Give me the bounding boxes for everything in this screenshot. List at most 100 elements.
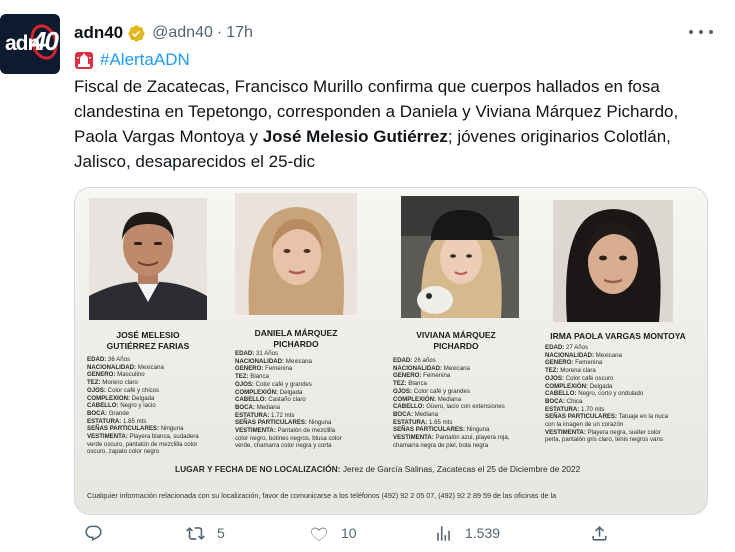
detail-value: con la imagen de un corazón bbox=[545, 421, 624, 429]
detail-row: GENERO: Femenina bbox=[235, 365, 385, 373]
header-separator: · bbox=[216, 24, 223, 41]
tweet-timestamp[interactable]: 17h bbox=[226, 24, 253, 42]
detail-row: COMPLEXIÓN: Delgada bbox=[235, 389, 385, 397]
person-details-4: EDAD: 27 Años NACIONALIDAD: Mexicana GENER… bbox=[545, 344, 703, 444]
retweet-count: 5 bbox=[217, 525, 225, 541]
detail-value: Ninguna bbox=[308, 419, 332, 427]
detail-row: CABELLO: Castaño claro bbox=[235, 396, 385, 404]
missing-persons-poster: JOSÉ MELESIO GUTIÉRREZ FARIAS DANIELA MÁ… bbox=[75, 188, 707, 514]
detail-value: Mediana bbox=[437, 395, 462, 403]
detail-value: Ninguna bbox=[160, 425, 184, 433]
person-name-1-line2: GUTIÉRREZ FARIAS bbox=[106, 341, 190, 351]
detail-value: 36 Años bbox=[108, 356, 131, 363]
person-photo-3 bbox=[401, 196, 519, 318]
detail-key: SEÑAS PARTICULARES: bbox=[87, 425, 159, 433]
detail-row: BOCA: Grande bbox=[87, 410, 227, 418]
detail-key: ESTATURA: bbox=[235, 411, 270, 419]
account-handle[interactable]: @adn40 bbox=[152, 24, 213, 42]
detail-value: Negro, corto y ondulado bbox=[578, 390, 644, 398]
detail-row: CABELLO: Güero, lacio con extensiones bbox=[393, 403, 543, 411]
detail-key: VESTIMENTA: bbox=[235, 427, 276, 435]
detail-value: Pantalón de mezclilla bbox=[277, 427, 336, 435]
person-name-2: DANIELA MÁRQUEZ PICHARDO bbox=[231, 328, 361, 350]
person-details-3: EDAD: 26 años NACIONALIDAD: Mexicana GENER… bbox=[393, 357, 543, 449]
detail-row: SEÑAS PARTICULARES: Tatuaje en la nuca bbox=[545, 413, 703, 421]
detail-key: OJOS: bbox=[393, 387, 412, 395]
detail-value: Delgada bbox=[589, 382, 613, 390]
tweet-media-image[interactable]: JOSÉ MELESIO GUTIÉRREZ FARIAS DANIELA MÁ… bbox=[74, 187, 708, 515]
detail-key: CABELLO: bbox=[87, 402, 119, 410]
detail-row: TEZ: Morena clara bbox=[545, 367, 703, 375]
detail-row: VESTIMENTA: Pantalón azul, playera roja, bbox=[393, 434, 543, 442]
detail-row: VESTIMENTA: Playera negra, suéter color bbox=[545, 429, 703, 437]
detail-value: Moreno claro bbox=[102, 379, 138, 387]
detail-row: ESTATURA: 1.70 mts bbox=[545, 406, 703, 414]
detail-value: perla, pantalón gris claro, tenis negros… bbox=[545, 436, 663, 444]
detail-value: Mexicana bbox=[595, 351, 622, 359]
hashtag-line: #AlertaADN bbox=[74, 48, 190, 72]
tweet[interactable]: adn 40 adn40 @adn40 · 17h #AlertaADN Fis… bbox=[0, 0, 735, 552]
detail-row: verde oscuro, pantalón de mezclilla colo… bbox=[87, 441, 227, 449]
detail-key: GENERO: bbox=[393, 372, 422, 380]
location-line: LUGAR Y FECHA DE NO LOCALIZACIÓN: Jerez … bbox=[175, 464, 695, 474]
detail-value: Playera blanca, sudadera bbox=[129, 433, 199, 441]
detail-key: TEZ: bbox=[87, 379, 101, 387]
detail-value: 1.72 mts bbox=[271, 411, 295, 419]
detail-value: Castaño claro bbox=[268, 396, 306, 404]
detail-key: CABELLO: bbox=[393, 403, 425, 411]
detail-row: OJOS: Color café oscuro bbox=[545, 375, 703, 383]
detail-row: NACIONALIDAD: Mexicana bbox=[545, 352, 703, 360]
detail-key: GENERO: bbox=[87, 371, 116, 379]
detail-key: EDAD: bbox=[235, 350, 255, 357]
detail-row: GENERO: Masculino bbox=[87, 371, 227, 379]
detail-row: EDAD: 36 Años bbox=[87, 356, 227, 364]
retweet-button[interactable]: 5 bbox=[186, 520, 225, 546]
tweet-text: Fiscal de Zacatecas, Francisco Murillo c… bbox=[74, 74, 714, 174]
person-details-1: EDAD: 36 Años NACIONALIDAD: Mexicana GENER… bbox=[87, 356, 227, 456]
location-value: Jerez de García Salinas, Zacatecas el 25… bbox=[342, 464, 581, 474]
detail-row: OJOS: Color café y grandes bbox=[235, 381, 385, 389]
detail-row: SEÑAS PARTICULARES: Ninguna bbox=[235, 419, 385, 427]
detail-key: CABELLO: bbox=[545, 390, 577, 398]
detail-value: 27 Años bbox=[566, 344, 589, 351]
detail-row: SEÑAS PARTICULARES: Ninguna bbox=[393, 426, 543, 434]
account-name[interactable]: adn40 bbox=[74, 23, 123, 43]
more-icon[interactable] bbox=[689, 22, 713, 42]
detail-row: TEZ: Moreno claro bbox=[87, 379, 227, 387]
person-photo-2 bbox=[235, 193, 357, 315]
detail-row: VESTIMENTA: Pantalón de mezclilla bbox=[235, 427, 385, 435]
like-count: 10 bbox=[341, 525, 357, 541]
share-button[interactable] bbox=[590, 520, 609, 546]
detail-key: VESTIMENTA: bbox=[393, 434, 434, 442]
detail-row: ESTATURA: 1.72 mts bbox=[235, 412, 385, 420]
detail-row: verde, chamarra color negra y corta bbox=[235, 442, 385, 450]
detail-row: COMPLEXIÓN: Mediana bbox=[393, 396, 543, 404]
detail-key: SEÑAS PARTICULARES: bbox=[235, 419, 307, 427]
person-name-2-line1: DANIELA MÁRQUEZ bbox=[254, 328, 338, 338]
like-button[interactable]: 10 bbox=[310, 520, 357, 546]
avatar[interactable]: adn 40 bbox=[0, 14, 60, 74]
detail-key: EDAD: bbox=[545, 344, 565, 351]
detail-row: OJOS: Color café y chicos bbox=[87, 387, 227, 395]
detail-value: Güero, lacio con extensiones bbox=[426, 403, 505, 411]
detail-key: GENERO: bbox=[235, 365, 264, 373]
detail-value: Color café oscuro bbox=[565, 374, 614, 382]
detail-value: verde oscuro, pantalón de mezclilla colo… bbox=[87, 440, 198, 448]
detail-row: CABELLO: Negro, corto y ondulado bbox=[545, 390, 703, 398]
detail-row: GENERO: Femenina bbox=[393, 372, 543, 380]
location-label: LUGAR Y FECHA DE NO LOCALIZACIÓN: bbox=[175, 464, 341, 474]
detail-row: COMPLEXION: Delgada bbox=[87, 395, 227, 403]
hashtag-link[interactable]: #AlertaADN bbox=[100, 50, 190, 70]
detail-value: 1.70 mts bbox=[581, 405, 605, 413]
tweet-header: adn40 @adn40 · 17h bbox=[74, 22, 253, 44]
detail-row: TEZ: Blanca bbox=[393, 380, 543, 388]
views-button[interactable]: 1.539 bbox=[434, 520, 500, 546]
detail-row: OJOS: Color café y grandes bbox=[393, 388, 543, 396]
detail-row: NACIONALIDAD: Mexicana bbox=[393, 365, 543, 373]
detail-row: COMPLEXIÓN: Delgada bbox=[545, 383, 703, 391]
retweet-icon bbox=[186, 526, 205, 540]
detail-key: BOCA: bbox=[87, 409, 107, 417]
reply-button[interactable] bbox=[84, 520, 115, 546]
detail-row: TEZ: Blanca bbox=[235, 373, 385, 381]
detail-row: EDAD: 31 Años bbox=[235, 350, 385, 358]
